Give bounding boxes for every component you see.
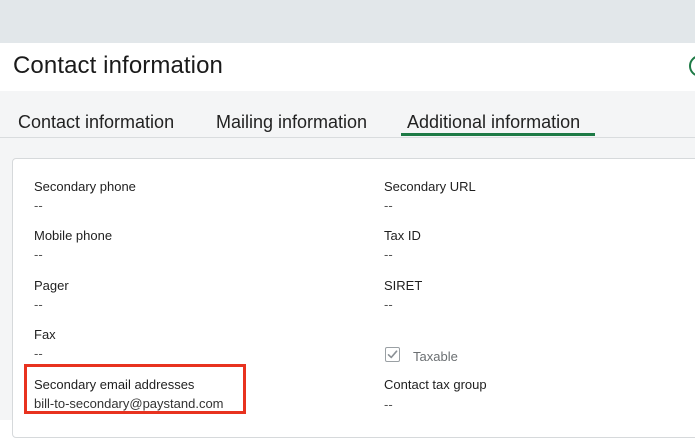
secondary-url-label: Secondary URL — [384, 179, 476, 194]
taxable-checkbox[interactable] — [385, 347, 400, 362]
mobile-phone-value: -- — [34, 247, 43, 262]
contact-tax-group-label: Contact tax group — [384, 377, 487, 392]
secondary-email-value: bill-to-secondary@paystand.com — [34, 396, 224, 411]
siret-label: SIRET — [384, 278, 423, 293]
secondary-phone-label: Secondary phone — [34, 179, 136, 194]
additional-information-card: Secondary phone -- Mobile phone -- Pager… — [12, 158, 695, 438]
tab-mailing-information[interactable]: Mailing information — [216, 112, 367, 133]
tab-additional-information[interactable]: Additional information — [407, 112, 580, 133]
tab-contact-information[interactable]: Contact information — [18, 112, 174, 133]
fax-value: -- — [34, 346, 43, 361]
page-title: Contact information — [13, 52, 224, 79]
status-circle-icon[interactable] — [689, 55, 695, 77]
secondary-url-value: -- — [384, 198, 393, 213]
secondary-email-label: Secondary email addresses — [34, 377, 195, 392]
active-tab-indicator — [401, 133, 595, 136]
page-header: Contact information — [0, 43, 695, 91]
tax-id-label: Tax ID — [384, 228, 421, 243]
taxable-label: Taxable — [413, 349, 458, 364]
checkmark-icon — [387, 350, 398, 359]
fax-label: Fax — [34, 327, 56, 342]
pager-label: Pager — [34, 278, 69, 293]
top-bar — [0, 0, 695, 43]
tab-bar: Contact information Mailing information … — [0, 91, 695, 138]
contact-tax-group-value: -- — [384, 397, 393, 412]
secondary-phone-value: -- — [34, 198, 43, 213]
siret-value: -- — [384, 297, 393, 312]
pager-value: -- — [34, 297, 43, 312]
mobile-phone-label: Mobile phone — [34, 228, 113, 243]
tax-id-value: -- — [384, 247, 393, 262]
